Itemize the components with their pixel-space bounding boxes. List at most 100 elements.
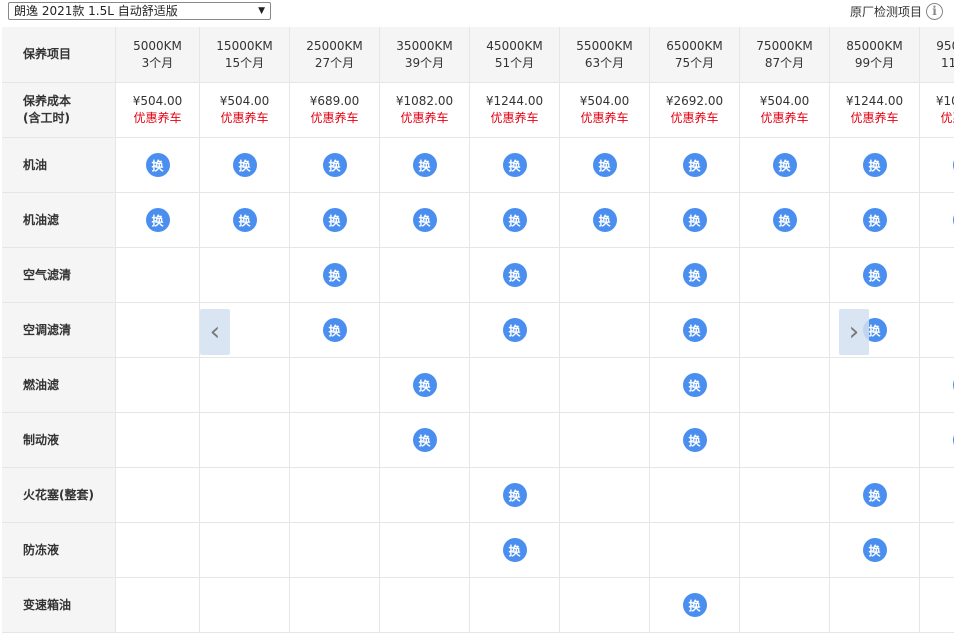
promo-link[interactable]: 优惠养车: [400, 110, 448, 127]
promo-link[interactable]: 优惠养车: [310, 110, 358, 127]
service-cell: 换: [380, 138, 470, 193]
service-cell: [920, 303, 954, 358]
cost-value: ¥504.00: [219, 94, 270, 108]
replace-badge: 换: [862, 153, 887, 177]
service-cell: [116, 468, 200, 523]
cost-value: ¥1244.00: [845, 94, 904, 108]
row-label-service-item: 机油: [2, 138, 116, 193]
service-cell: [740, 413, 830, 468]
cost-cell: ¥504.00 优惠养车: [740, 83, 830, 138]
promo-link[interactable]: 优惠养车: [580, 110, 628, 127]
mileage-column: 55000KM 63个月 ¥504.00 优惠养车换换: [560, 27, 650, 636]
mileage-months: 87个月: [764, 55, 805, 70]
service-cell: 换: [290, 303, 380, 358]
promo-link[interactable]: 优惠养车: [760, 110, 808, 127]
service-cell: [830, 358, 920, 413]
row-label-service-item: 变速箱油: [2, 578, 116, 633]
replace-badge: 换: [322, 263, 347, 287]
next-arrow-button[interactable]: ›: [839, 309, 869, 355]
service-cell: [740, 358, 830, 413]
service-cell: [290, 578, 380, 633]
service-cell: 换: [380, 358, 470, 413]
service-cell: [380, 303, 470, 358]
service-cell: [200, 358, 290, 413]
promo-link[interactable]: 优惠养车: [220, 110, 268, 127]
cost-cell: ¥1244.00 优惠养车: [830, 83, 920, 138]
model-select[interactable]: 朗逸 2021款 1.5L 自动舒适版 ▼: [8, 2, 271, 20]
chevron-left-icon: ‹: [209, 317, 221, 347]
service-cell: 换: [380, 413, 470, 468]
service-cell: [560, 303, 650, 358]
service-cell: 换: [830, 468, 920, 523]
mileage-column: 65000KM 75个月 ¥2692.00 优惠养车换换换换换换换: [650, 27, 740, 636]
service-cell: [116, 358, 200, 413]
mileage-months: 99个月: [854, 55, 895, 70]
service-cell: [740, 523, 830, 578]
maintenance-table: 保养项目 保养成本 (含工时) 机油 机油滤 空气滤清 空调滤清 燃油滤 制动液 火花塞(整…: [2, 27, 954, 636]
service-cell: [740, 578, 830, 633]
mileage-header: 25000KM 27个月: [290, 27, 380, 83]
service-item-name: 机油滤: [23, 212, 60, 227]
service-cell: [650, 523, 740, 578]
replace-badge: 换: [772, 208, 797, 232]
promo-link[interactable]: 优惠养车: [940, 110, 954, 127]
replace-badge: 换: [412, 373, 437, 397]
row-label-service-item: 火花塞(整套): [2, 468, 116, 523]
mileage-column: 45000KM 51个月 ¥1244.00 优惠养车换换换换换换: [470, 27, 560, 636]
row-label-service-item: 空气滤清: [2, 248, 116, 303]
service-cell: [470, 413, 560, 468]
replace-badge: 换: [862, 483, 887, 507]
promo-link[interactable]: 优惠养车: [850, 110, 898, 127]
service-cell: [116, 578, 200, 633]
row-label-item-text: 保养项目: [23, 47, 72, 61]
service-cell: [380, 523, 470, 578]
replace-badge: 换: [502, 208, 527, 232]
replace-badge: 换: [412, 208, 437, 232]
service-cell: 换: [116, 138, 200, 193]
mileage-header: 55000KM 63个月: [560, 27, 650, 83]
cost-value: ¥1082.00: [395, 94, 454, 108]
row-label-service-item: 燃油滤: [2, 358, 116, 413]
cost-value: ¥2692.00: [665, 94, 724, 108]
chevron-right-icon: ›: [848, 317, 860, 347]
service-cell: [116, 303, 200, 358]
info-icon[interactable]: i: [926, 3, 943, 20]
top-bar: 朗逸 2021款 1.5L 自动舒适版 ▼ 原厂检测项目 i: [0, 0, 954, 26]
service-cell: [920, 468, 954, 523]
replace-badge: 换: [502, 263, 527, 287]
service-cell: 换: [740, 138, 830, 193]
service-cell: [560, 413, 650, 468]
mileage-column: 95000KM111个月¥1082.00优惠养车换换换换: [920, 27, 954, 636]
mileage-km: 75000KM: [756, 38, 813, 53]
mileage-months: 15个月: [224, 55, 265, 70]
row-label-service-item: 空调滤清: [2, 303, 116, 358]
service-item-name: 火花塞(整套): [23, 487, 94, 502]
service-cell: [470, 578, 560, 633]
oem-inspection-link[interactable]: 原厂检测项目: [850, 3, 922, 20]
mileage-months: 63个月: [584, 55, 625, 70]
service-cell: 换: [920, 193, 954, 248]
cost-value: ¥504.00: [759, 94, 810, 108]
replace-badge: 换: [862, 208, 887, 232]
cost-cell: ¥1082.00 优惠养车: [380, 83, 470, 138]
mileage-months: 39个月: [404, 55, 445, 70]
replace-badge: 换: [145, 208, 170, 232]
replace-badge: 换: [682, 153, 707, 177]
service-cell: [470, 358, 560, 413]
replace-badge: 换: [682, 318, 707, 342]
prev-arrow-button[interactable]: ‹: [200, 309, 230, 355]
service-cell: 换: [650, 358, 740, 413]
mileage-header: 65000KM 75个月: [650, 27, 740, 83]
cost-cell: ¥689.00 优惠养车: [290, 83, 380, 138]
service-cell: 换: [560, 138, 650, 193]
replace-badge: 换: [145, 153, 170, 177]
service-item-name: 制动液: [23, 432, 60, 447]
chevron-down-icon: ▼: [258, 6, 265, 16]
mileage-columns: 5000KM 3个月 ¥504.00 优惠养车换换 15000KM 15个月 ¥504.00…: [116, 27, 954, 636]
promo-link[interactable]: 优惠养车: [490, 110, 538, 127]
service-cell: 换: [470, 468, 560, 523]
service-cell: [200, 578, 290, 633]
promo-link[interactable]: 优惠养车: [133, 110, 181, 127]
row-label-item: 保养项目: [2, 27, 116, 83]
promo-link[interactable]: 优惠养车: [670, 110, 718, 127]
